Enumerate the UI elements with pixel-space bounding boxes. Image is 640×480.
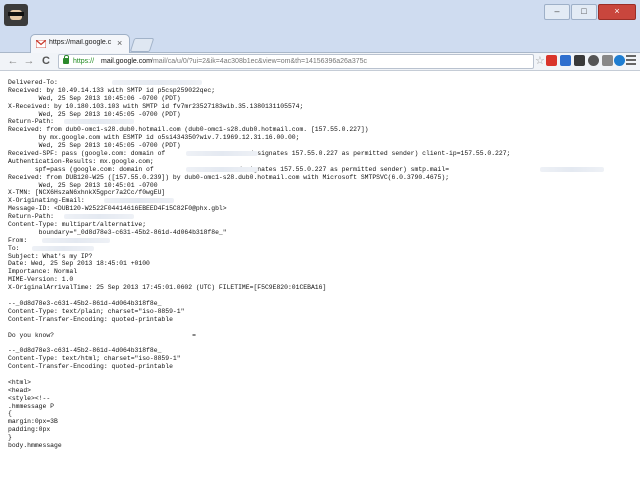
source-line: Subject: What's my IP?: [8, 252, 93, 260]
maximize-button[interactable]: □: [571, 4, 597, 20]
source-line: Wed, 25 Sep 2013 10:45:05 -0700 (PDT): [8, 110, 181, 118]
address-bar[interactable]: https:// mail.google.com /mail/ca/u/0/?u…: [58, 54, 534, 69]
minimize-button[interactable]: –: [544, 4, 570, 20]
redacted-text: [32, 245, 94, 251]
source-line: Return-Path:: [8, 213, 636, 221]
redacted-text: [186, 166, 258, 172]
source-line: X-OriginalArrivalTime: 25 Sep 2013 17:45…: [8, 284, 327, 292]
extension-headphones-icon[interactable]: [588, 55, 599, 66]
source-line: Received: from dub0-omc1-s28.dub0.hotmai…: [8, 126, 369, 134]
source-line: Received-SPF: pass (google.com: domain o…: [8, 150, 511, 158]
extension-blue-icon[interactable]: [560, 55, 571, 66]
source-line: [8, 324, 636, 332]
source-line: Do you know? =: [8, 331, 196, 339]
source-line: by mx.google.com with ESMTP id o5si43435…: [8, 134, 300, 142]
url-path: /mail/ca/u/0/?ui=2&ik=4ac308b1ec&view=om…: [151, 58, 367, 65]
source-line: spf=pass (google.com: domain of designat…: [8, 166, 636, 174]
window-controls: – □ ×: [543, 4, 636, 20]
star-icon[interactable]: ☆: [535, 54, 545, 67]
menu-icon[interactable]: [626, 55, 636, 66]
gmail-icon: [36, 40, 46, 48]
extension-gray-icon[interactable]: [602, 55, 613, 66]
source-line: X-Received: by 10.180.103.103 with SMTP …: [8, 102, 304, 110]
source-line: {: [8, 410, 12, 418]
forward-button[interactable]: →: [22, 54, 36, 68]
user-avatar-icon[interactable]: [4, 4, 28, 26]
url-domain: mail.google.com: [101, 58, 152, 65]
message-source-view: Delivered-To: Received: by 10.49.14.133 …: [0, 71, 640, 480]
source-line: Wed, 25 Sep 2013 10:45:05 -0700 (PDT): [8, 142, 181, 150]
source-line: }: [8, 434, 12, 442]
browser-toolbar: ← → C https:// mail.google.com /mail/ca/…: [0, 53, 640, 71]
source-line: [8, 339, 636, 347]
source-line: Authentication-Results: mx.google.com;: [8, 157, 154, 165]
source-line: --_0d8d78e3-c631-45b2-861d-4d064b318f8e_: [8, 299, 162, 307]
redacted-text: [64, 214, 134, 220]
source-line: boundary="_0d8d78e3-c631-45b2-861d-4d064…: [8, 228, 227, 236]
redacted-text: [42, 237, 110, 243]
source-line: Content-Transfer-Encoding: quoted-printa…: [8, 363, 173, 371]
source-line: body.hmmessage: [8, 441, 62, 449]
source-line: Received: from DUB120-W25 ([157.55.0.239…: [8, 173, 450, 181]
source-line: Content-Type: text/html; charset="iso-88…: [8, 355, 181, 363]
source-line: To:: [8, 245, 636, 253]
redacted-text: [112, 80, 202, 85]
browser-titlebar: https://mail.google.com/ × – □ ×: [0, 0, 640, 53]
redacted-text: [104, 198, 174, 204]
source-line: margin:0px=3B: [8, 418, 58, 426]
source-line: From:: [8, 237, 636, 245]
source-line: Date: Wed, 25 Sep 2013 18:45:01 +0100: [8, 260, 150, 268]
source-line: <html>: [8, 378, 32, 386]
source-line: X-TMN: [NCX6HszaN6xhnkX5gpcr7a2Cc/f0wgEU…: [8, 189, 166, 197]
tab-title: https://mail.google.com/: [49, 39, 111, 46]
extension-circle-icon[interactable]: [614, 55, 625, 66]
source-line: <head>: [8, 386, 32, 394]
tab-close-icon[interactable]: ×: [117, 38, 122, 48]
extension-red-icon[interactable]: [546, 55, 557, 66]
raw-message-text: Delivered-To: Received: by 10.49.14.133 …: [8, 79, 636, 450]
source-line: .hmmessage P: [8, 402, 55, 410]
source-line: padding:0px: [8, 426, 51, 434]
source-line: [8, 292, 636, 300]
source-line: Content-Type: text/plain; charset="iso-8…: [8, 307, 185, 315]
source-line: Wed, 25 Sep 2013 10:45:06 -0700 (PDT): [8, 94, 181, 102]
url-protocol: https://: [73, 58, 95, 65]
source-line: Message-ID: <DUB120-W2522F04414616EBEED4…: [8, 205, 227, 213]
redacted-text: [186, 151, 258, 157]
back-button[interactable]: ←: [6, 54, 20, 68]
redacted-text: [64, 119, 134, 125]
source-line: Received: by 10.49.14.133 with SMTP id p…: [8, 86, 216, 94]
source-line: MIME-Version: 1.0: [8, 276, 74, 284]
close-window-button[interactable]: ×: [598, 4, 636, 20]
new-tab-button[interactable]: [129, 38, 155, 52]
source-line: Content-Transfer-Encoding: quoted-printa…: [8, 315, 173, 323]
source-line: Wed, 25 Sep 2013 10:45:01 -0700: [8, 181, 158, 189]
source-line: [8, 371, 636, 379]
source-line: <style><!--: [8, 394, 51, 402]
lock-icon: [63, 55, 69, 64]
reload-button[interactable]: C: [39, 54, 53, 68]
source-line: Return-Path:: [8, 118, 636, 126]
source-line: X-Originating-Email:: [8, 197, 636, 205]
source-line: Importance: Normal: [8, 268, 78, 276]
redacted-text: [540, 166, 604, 172]
avatar-mask: [8, 12, 24, 16]
browser-tab[interactable]: https://mail.google.com/ ×: [30, 34, 130, 53]
source-line: Delivered-To:: [8, 79, 636, 87]
source-line: --_0d8d78e3-c631-45b2-861d-4d064b318f8e_: [8, 347, 162, 355]
source-line: Content-Type: multipart/alternative;: [8, 221, 147, 229]
extension-stack-icon[interactable]: [574, 55, 585, 66]
